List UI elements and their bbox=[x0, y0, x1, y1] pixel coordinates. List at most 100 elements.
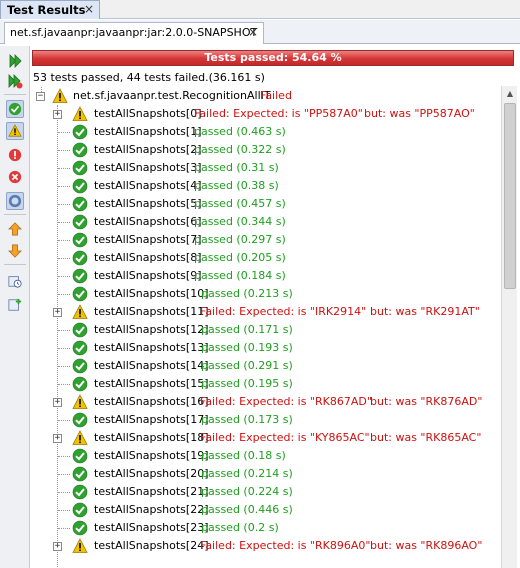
rerun-failed-icon[interactable] bbox=[6, 72, 24, 90]
passed-icon bbox=[72, 484, 88, 500]
test-row[interactable]: testAllSnapshots[13] passed (0.193 s) bbox=[31, 339, 501, 357]
expand-toggle[interactable]: + bbox=[53, 308, 62, 317]
expand-toggle[interactable]: + bbox=[53, 434, 62, 443]
close-icon[interactable]: × bbox=[248, 25, 258, 39]
test-name: testAllSnapshots[17] bbox=[94, 413, 209, 426]
test-status: passed (0.214 s) bbox=[201, 467, 293, 480]
test-row[interactable]: testAllSnapshots[21] passed (0.224 s) bbox=[31, 483, 501, 501]
test-status: passed (0.193 s) bbox=[201, 341, 293, 354]
test-row[interactable]: testAllSnapshots[19] passed (0.18 s) bbox=[31, 447, 501, 465]
test-row[interactable]: testAllSnapshots[2] passed (0.322 s) bbox=[31, 141, 501, 159]
test-status: passed (0.184 s) bbox=[194, 269, 286, 282]
progress-label: Tests passed: 54.64 % bbox=[204, 51, 342, 64]
failure-actual: but: was "RK865AC" bbox=[370, 431, 482, 444]
test-name: testAllSnapshots[24] bbox=[94, 539, 209, 552]
show-aborted-icon[interactable] bbox=[6, 168, 24, 186]
vertical-scrollbar[interactable]: ▲ bbox=[501, 86, 517, 568]
expand-toggle[interactable]: + bbox=[53, 110, 62, 119]
window-tabbar: Test Results × bbox=[0, 0, 520, 19]
expand-toggle[interactable]: + bbox=[53, 398, 62, 407]
test-row[interactable]: + testAllSnapshots[24] Failed: Expected: i… bbox=[31, 537, 501, 555]
test-row[interactable]: testAllSnapshots[9] passed (0.184 s) bbox=[31, 267, 501, 285]
passed-icon bbox=[72, 268, 88, 284]
rerun-icon[interactable] bbox=[6, 52, 24, 70]
test-name: testAllSnapshots[12] bbox=[94, 323, 209, 336]
test-status: passed (0.18 s) bbox=[201, 449, 286, 462]
expand-toggle[interactable]: + bbox=[53, 542, 62, 551]
failure-expected: Failed: Expected: is "IRK2914" bbox=[200, 305, 367, 318]
test-status: passed (0.173 s) bbox=[201, 413, 293, 426]
test-status: passed (0.297 s) bbox=[194, 233, 286, 246]
tab-session[interactable]: net.sf.javaanpr:javaanpr:jar:2.0.0-SNAPS… bbox=[4, 22, 264, 44]
test-row[interactable]: testAllSnapshots[10] passed (0.213 s) bbox=[31, 285, 501, 303]
collapse-toggle[interactable]: − bbox=[36, 92, 45, 101]
test-row[interactable]: testAllSnapshots[14] passed (0.291 s) bbox=[31, 357, 501, 375]
passed-icon bbox=[72, 196, 88, 212]
test-name: testAllSnapshots[5] bbox=[94, 197, 202, 210]
previous-failure-icon[interactable] bbox=[6, 220, 24, 238]
test-name: testAllSnapshots[18] bbox=[94, 431, 209, 444]
test-status: passed (0.224 s) bbox=[201, 485, 293, 498]
tab-test-results[interactable]: Test Results × bbox=[0, 0, 100, 19]
test-name: testAllSnapshots[15] bbox=[94, 377, 209, 390]
test-row[interactable]: testAllSnapshots[1] passed (0.463 s) bbox=[31, 123, 501, 141]
test-row[interactable]: testAllSnapshots[4] passed (0.38 s) bbox=[31, 177, 501, 195]
passed-icon bbox=[72, 412, 88, 428]
test-row[interactable]: testAllSnapshots[5] passed (0.457 s) bbox=[31, 195, 501, 213]
scroll-thumb[interactable] bbox=[504, 103, 516, 289]
test-name: testAllSnapshots[20] bbox=[94, 467, 209, 480]
failure-expected: Failed: Expected: is "PP587A0" bbox=[194, 107, 363, 120]
test-row[interactable]: + testAllSnapshots[0] Failed: Expected: is… bbox=[31, 105, 501, 123]
passed-icon bbox=[72, 358, 88, 374]
test-row[interactable]: testAllSnapshots[6] passed (0.344 s) bbox=[31, 213, 501, 231]
passed-icon bbox=[72, 466, 88, 482]
suite-row[interactable]: − net.sf.javaanpr.test.RecognitionAllIT … bbox=[31, 87, 501, 105]
test-row[interactable]: testAllSnapshots[17] passed (0.173 s) bbox=[31, 411, 501, 429]
test-status: passed (0.463 s) bbox=[194, 125, 286, 138]
test-toolbar bbox=[0, 46, 30, 568]
generate-test-icon[interactable] bbox=[6, 296, 24, 314]
test-status: passed (0.213 s) bbox=[201, 287, 293, 300]
test-name: testAllSnapshots[16] bbox=[94, 395, 209, 408]
test-row[interactable]: testAllSnapshots[22] passed (0.446 s) bbox=[31, 501, 501, 519]
failure-expected: Failed: Expected: is "RK867AD" bbox=[200, 395, 372, 408]
passed-icon bbox=[72, 502, 88, 518]
passed-icon bbox=[72, 520, 88, 536]
test-row[interactable]: testAllSnapshots[20] passed (0.214 s) bbox=[31, 465, 501, 483]
test-row[interactable]: testAllSnapshots[15] passed (0.195 s) bbox=[31, 375, 501, 393]
test-row[interactable]: testAllSnapshots[23] passed (0.2 s) bbox=[31, 519, 501, 537]
warning-icon bbox=[72, 304, 88, 319]
show-failed-icon[interactable] bbox=[6, 122, 24, 140]
show-timing-icon[interactable] bbox=[6, 272, 24, 290]
scroll-up-icon[interactable]: ▲ bbox=[502, 86, 518, 102]
test-row[interactable]: + testAllSnapshots[11] Failed: Expected: i… bbox=[31, 303, 501, 321]
results-tree[interactable]: − net.sf.javaanpr.test.RecognitionAllIT … bbox=[31, 87, 501, 567]
test-status: passed (0.446 s) bbox=[201, 503, 293, 516]
passed-icon bbox=[72, 250, 88, 266]
show-skipped-icon[interactable] bbox=[6, 192, 24, 210]
next-failure-icon[interactable] bbox=[6, 242, 24, 260]
test-row[interactable]: testAllSnapshots[3] passed (0.31 s) bbox=[31, 159, 501, 177]
test-status: passed (0.195 s) bbox=[201, 377, 293, 390]
test-row[interactable]: + testAllSnapshots[18] Failed: Expected: i… bbox=[31, 429, 501, 447]
test-status: passed (0.171 s) bbox=[201, 323, 293, 336]
test-name: testAllSnapshots[23] bbox=[94, 521, 209, 534]
passed-icon bbox=[72, 124, 88, 140]
warning-icon bbox=[52, 88, 68, 103]
test-name: testAllSnapshots[7] bbox=[94, 233, 202, 246]
tests-progress-bar: Tests passed: 54.64 % bbox=[32, 50, 514, 66]
test-row[interactable]: testAllSnapshots[7] passed (0.297 s) bbox=[31, 231, 501, 249]
tab-test-results-label: Test Results bbox=[7, 3, 86, 17]
test-name: testAllSnapshots[8] bbox=[94, 251, 202, 264]
show-passed-icon[interactable] bbox=[6, 100, 24, 118]
close-icon[interactable]: × bbox=[84, 2, 94, 16]
warning-icon bbox=[72, 430, 88, 445]
warning-icon bbox=[72, 394, 88, 409]
test-row[interactable]: + testAllSnapshots[16] Failed: Expected: i… bbox=[31, 393, 501, 411]
show-errors-icon[interactable] bbox=[6, 146, 24, 164]
failure-actual: but: was "RK291AT" bbox=[370, 305, 480, 318]
test-row[interactable]: testAllSnapshots[8] passed (0.205 s) bbox=[31, 249, 501, 267]
suite-status: Failed bbox=[260, 89, 292, 102]
test-name: testAllSnapshots[19] bbox=[94, 449, 209, 462]
test-row[interactable]: testAllSnapshots[12] passed (0.171 s) bbox=[31, 321, 501, 339]
